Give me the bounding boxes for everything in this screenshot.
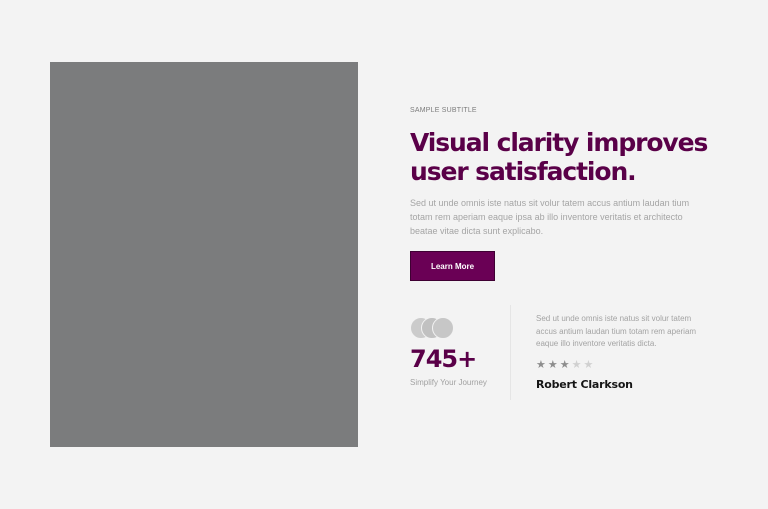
stats-summary: 745+ Simplify Your Journey	[410, 317, 510, 388]
hero-subtitle: SAMPLE SUBTITLE	[410, 107, 477, 114]
hero-content: SAMPLE SUBTITLE Visual clarity improves …	[410, 106, 715, 281]
star-rating: ★ ★ ★ ★ ★	[536, 359, 714, 371]
avatar	[432, 317, 454, 339]
star-filled-icon: ★	[559, 358, 570, 371]
hero-description: Sed ut unde omnis iste natus sit volur t…	[410, 198, 690, 236]
stats-block: 745+ Simplify Your Journey Sed ut unde o…	[410, 305, 715, 400]
hero-image-placeholder	[50, 62, 358, 447]
hero-headline: Visual clarity improves user satisfactio…	[410, 128, 708, 186]
star-filled-icon: ★	[536, 358, 546, 371]
testimonial: Sed ut unde omnis iste natus sit volur t…	[536, 313, 714, 391]
testimonial-author: Robert Clarkson	[536, 377, 633, 391]
vertical-divider	[510, 305, 511, 400]
testimonial-text: Sed ut unde omnis iste natus sit volur t…	[536, 314, 697, 348]
star-empty-icon: ★	[583, 358, 594, 371]
page: SAMPLE SUBTITLE Visual clarity improves …	[0, 0, 768, 509]
stat-number: 745+	[410, 345, 477, 373]
star-filled-icon: ★	[547, 358, 558, 371]
stat-label: Simplify Your Journey	[410, 378, 487, 387]
avatar-stack	[410, 317, 462, 339]
star-empty-icon: ★	[571, 358, 582, 371]
learn-more-button[interactable]: Learn More	[410, 251, 495, 281]
